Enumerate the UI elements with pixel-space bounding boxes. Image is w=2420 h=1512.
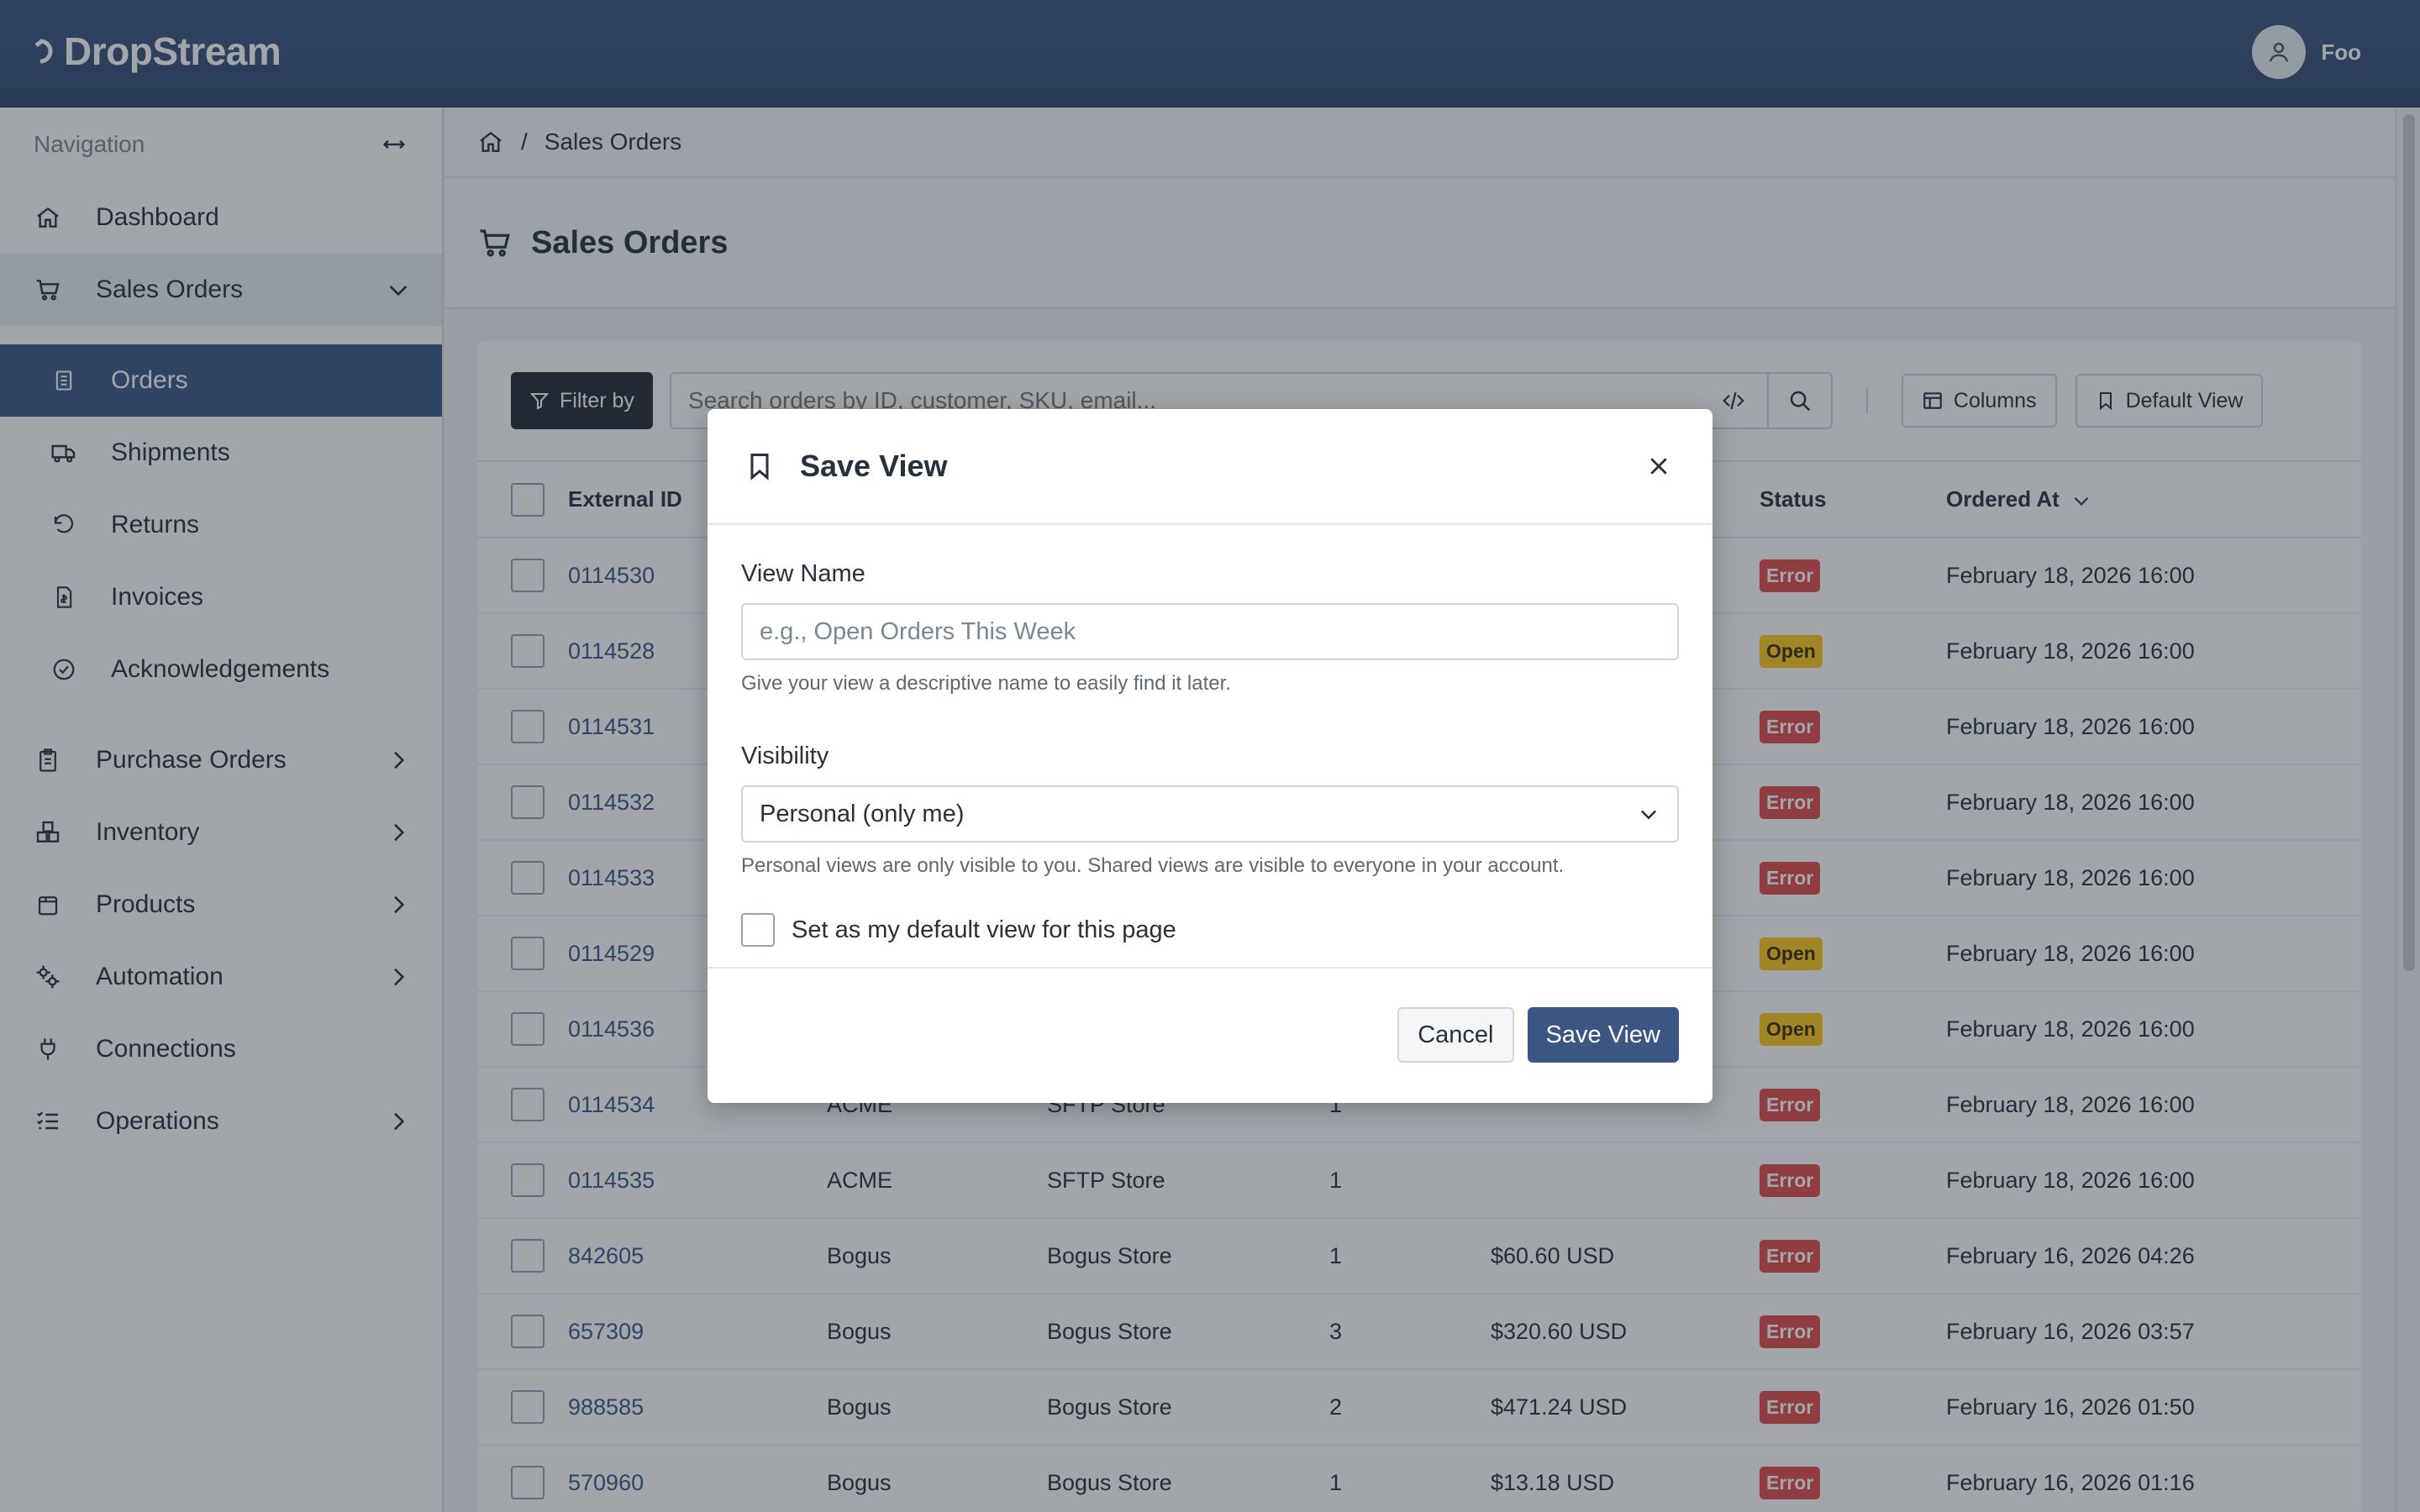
bookmark-icon bbox=[750, 454, 769, 480]
visibility-label: Visibility bbox=[741, 743, 829, 769]
dialog-body: View Name Give your view a descriptive n… bbox=[708, 525, 1712, 969]
dialog-header: Save View bbox=[708, 409, 1712, 525]
save-view-button[interactable]: Save View bbox=[1527, 1007, 1679, 1063]
default-view-checkbox[interactable] bbox=[741, 913, 775, 947]
view-name-label: View Name bbox=[741, 560, 865, 587]
visibility-value: Personal (only me) bbox=[760, 800, 965, 827]
close-icon bbox=[1650, 458, 1667, 475]
save-view-dialog: Save View View Name Give your view a des… bbox=[708, 409, 1712, 1103]
default-view-option[interactable]: Set as my default view for this page bbox=[741, 913, 1679, 947]
visibility-help: Personal views are only visible to you. … bbox=[741, 854, 1565, 877]
visibility-select[interactable]: Personal (only me) bbox=[741, 785, 1679, 843]
cancel-button[interactable]: Cancel bbox=[1397, 1007, 1514, 1063]
close-button[interactable] bbox=[1642, 449, 1676, 483]
dialog-title: Save View bbox=[800, 449, 948, 483]
chevron-down-icon bbox=[1640, 810, 1657, 820]
default-view-label: Set as my default view for this page bbox=[792, 916, 1176, 943]
view-name-help: Give your view a descriptive name to eas… bbox=[741, 672, 1231, 695]
view-name-input[interactable] bbox=[741, 603, 1679, 660]
dialog-footer: Cancel Save View bbox=[708, 969, 1712, 1101]
